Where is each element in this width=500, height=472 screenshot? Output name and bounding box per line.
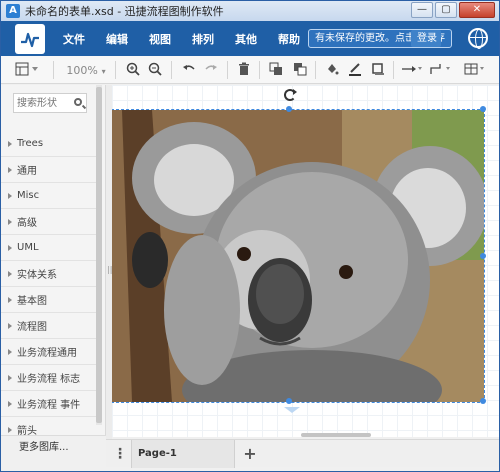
library-label: Misc [17, 190, 40, 201]
expand-arrow-icon [8, 244, 12, 251]
app-icon: A [6, 4, 20, 18]
expand-arrow-icon [8, 270, 12, 277]
library-label: 业务流程 事件 [17, 400, 81, 411]
redo-icon[interactable] [203, 62, 219, 78]
menu-edit[interactable]: 编辑 [106, 31, 128, 47]
line-color-icon[interactable] [348, 62, 362, 78]
library-label: 高级 [17, 218, 37, 229]
tab-page-1[interactable]: Page-1 [131, 440, 235, 468]
app-window: A 未命名的表单.xsd - 迅捷流程图制作软件 — ▢ ✕ 文件 编辑 视图 … [0, 0, 500, 472]
to-front-icon[interactable] [269, 62, 283, 78]
expand-arrow-icon [8, 348, 12, 355]
connector-icon[interactable] [401, 62, 423, 78]
app-logo-icon [15, 23, 45, 54]
expand-arrow-icon [8, 322, 12, 329]
expand-arrow-icon [8, 166, 12, 173]
diagram-canvas[interactable] [112, 85, 499, 437]
menu-arrange[interactable]: 排列 [192, 31, 214, 47]
resize-handle-right[interactable] [480, 253, 486, 259]
sidebar-scrollbar[interactable] [96, 85, 102, 425]
menu-file[interactable]: 文件 [63, 31, 85, 47]
selection-box [112, 109, 485, 403]
toolbar: 100% ▾ [1, 56, 499, 84]
table-icon[interactable] [463, 62, 487, 78]
maximize-button[interactable]: ▢ [435, 2, 457, 18]
library-bpmn-markers[interactable]: 业务流程 标志 [1, 365, 98, 391]
resize-handle-top-right[interactable] [480, 106, 486, 112]
library-label: 基本图 [17, 296, 47, 307]
library-bpmn-events[interactable]: 业务流程 事件 [1, 391, 98, 417]
expand-arrow-icon [8, 218, 12, 225]
close-button[interactable]: ✕ [459, 2, 495, 18]
library-label: Trees [17, 138, 44, 149]
search-input[interactable] [14, 94, 70, 112]
page-tab-bar: ⋮ Page-1 + [106, 439, 499, 468]
login-button[interactable]: 登录 [411, 30, 441, 47]
canvas-horizontal-scrollbar[interactable] [301, 433, 371, 437]
library-label: 流程图 [17, 322, 47, 333]
library-label: 通用 [17, 166, 37, 177]
expand-arrow-icon [8, 400, 12, 407]
fill-color-icon[interactable] [325, 62, 339, 78]
zoom-in-icon[interactable] [125, 62, 141, 78]
page-layout-icon[interactable] [13, 62, 41, 78]
zoom-out-icon[interactable] [147, 62, 163, 78]
library-label: UML [17, 242, 39, 253]
library-advanced[interactable]: 高级 [1, 209, 98, 235]
library-bpmn-general[interactable]: 业务流程通用 [1, 339, 98, 365]
menu-bar: 文件 编辑 视图 排列 其他 帮助 有未保存的更改。点击我保存 登录 [1, 21, 499, 56]
menu-help[interactable]: 帮助 [278, 31, 300, 47]
connection-arrow-icon[interactable] [284, 407, 300, 413]
resize-handle-bottom-right[interactable] [480, 398, 486, 404]
library-general[interactable]: 通用 [1, 157, 98, 183]
library-list: Trees 通用 Misc 高级 UML 实体关系 基本图 流程图 业务流程通用… [1, 131, 98, 443]
zoom-level-select[interactable]: 100% ▾ [63, 62, 109, 78]
shape-library-sidebar: Trees 通用 Misc 高级 UML 实体关系 基本图 流程图 业务流程通用… [1, 85, 106, 459]
menu-view[interactable]: 视图 [149, 31, 171, 47]
search-icon[interactable] [74, 98, 82, 106]
library-trees[interactable]: Trees [1, 131, 98, 157]
library-misc[interactable]: Misc [1, 183, 98, 209]
expand-arrow-icon [8, 192, 12, 199]
waypoint-icon[interactable] [429, 62, 451, 78]
shadow-icon[interactable] [371, 62, 385, 78]
search-box [13, 93, 87, 113]
menu-other[interactable]: 其他 [235, 31, 257, 47]
expand-arrow-icon [8, 296, 12, 303]
undo-icon[interactable] [181, 62, 197, 78]
add-page-button[interactable]: + [240, 444, 260, 464]
delete-icon[interactable] [237, 62, 251, 78]
library-entity-relation[interactable]: 实体关系 [1, 261, 98, 287]
library-label: 实体关系 [17, 270, 57, 281]
library-flowchart[interactable]: 流程图 [1, 313, 98, 339]
rotate-handle-icon[interactable] [284, 89, 297, 101]
resize-handle-bottom[interactable] [286, 398, 292, 404]
globe-icon[interactable] [468, 28, 488, 49]
title-bar: A 未命名的表单.xsd - 迅捷流程图制作软件 — ▢ ✕ [1, 1, 499, 21]
more-libraries-button[interactable]: 更多图库... [1, 435, 106, 459]
sidebar-scroll-thumb[interactable] [96, 87, 102, 423]
expand-arrow-icon [8, 426, 12, 433]
window-title: 未命名的表单.xsd - 迅捷流程图制作软件 [25, 5, 224, 18]
library-uml[interactable]: UML [1, 235, 98, 261]
library-basic[interactable]: 基本图 [1, 287, 98, 313]
page-menu-button[interactable]: ⋮ [110, 444, 130, 464]
zoom-level: 100% [66, 64, 98, 77]
window-controls: — ▢ ✕ [411, 2, 495, 18]
expand-arrow-icon [8, 374, 12, 381]
library-label: 业务流程通用 [17, 348, 77, 359]
menu-items: 文件 编辑 视图 排列 其他 帮助 [63, 31, 321, 47]
resize-handle-top[interactable] [286, 106, 292, 112]
expand-arrow-icon [8, 140, 12, 147]
minimize-button[interactable]: — [411, 2, 433, 18]
to-back-icon[interactable] [293, 62, 307, 78]
library-label: 业务流程 标志 [17, 374, 81, 385]
